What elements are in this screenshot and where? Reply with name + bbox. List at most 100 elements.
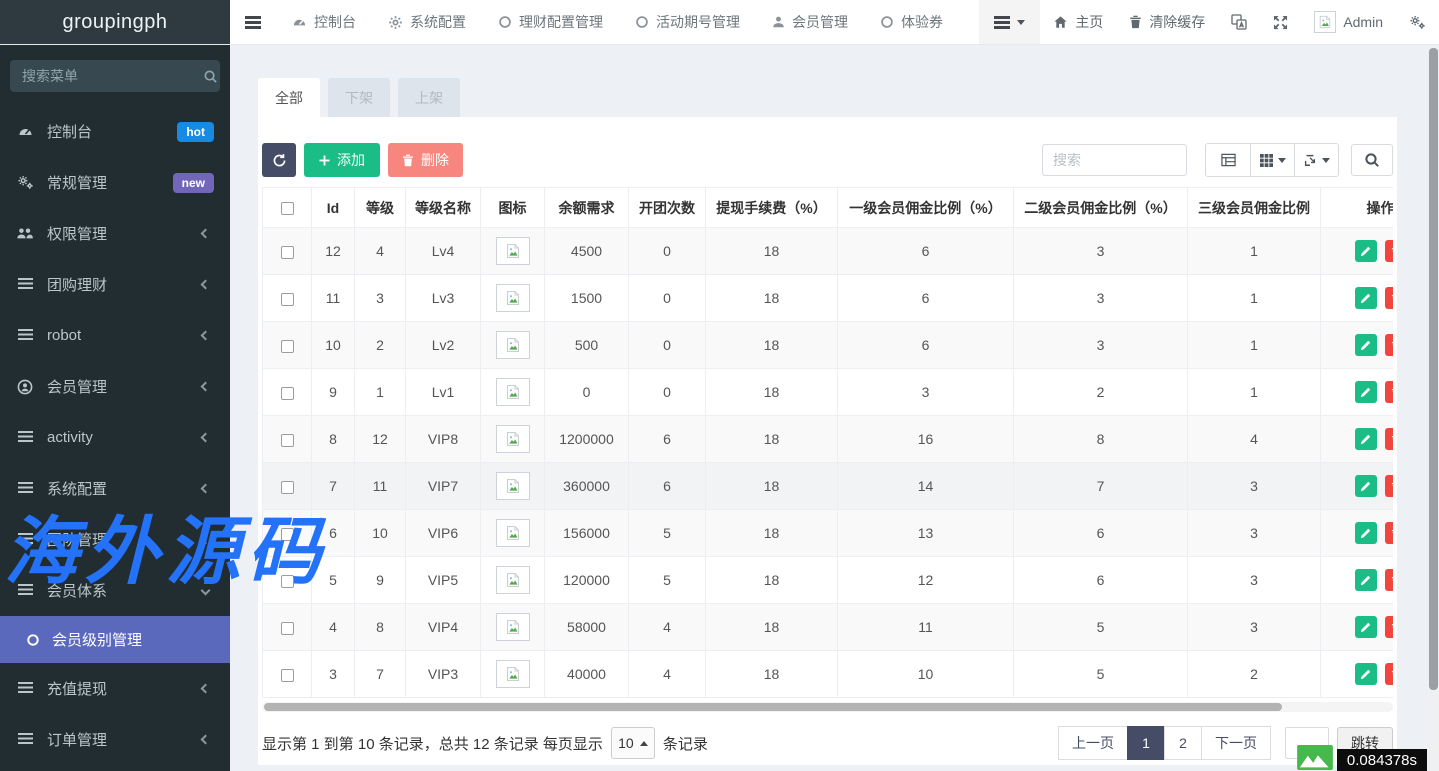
admin-menu[interactable]: Admin <box>1301 0 1396 44</box>
sidebar-item-orders[interactable]: 订单管理 <box>0 714 230 765</box>
chevron-left-icon <box>201 280 211 290</box>
horizontal-scrollbar[interactable] <box>262 702 1393 712</box>
delete-row-button[interactable] <box>1385 381 1394 403</box>
delete-button[interactable]: 删除 <box>388 143 463 177</box>
page-size-dropdown[interactable]: 10 <box>611 727 655 759</box>
columns-button[interactable] <box>1250 144 1294 176</box>
delete-row-button[interactable] <box>1385 428 1394 450</box>
nav-item-activity-period[interactable]: 活动期号管理 <box>619 0 756 45</box>
refresh-button[interactable] <box>262 143 296 177</box>
delete-row-button[interactable] <box>1385 616 1394 638</box>
edit-button[interactable] <box>1355 663 1377 685</box>
delete-row-button[interactable] <box>1385 287 1394 309</box>
fullscreen-icon <box>1273 15 1288 30</box>
sidebar: 控制台 hot 常规管理 new 权限管理 团购理财 robot 会员管理 <box>0 45 230 771</box>
actions-cell <box>1321 275 1394 322</box>
column-header: 等级名称 <box>406 188 481 228</box>
search-icon[interactable] <box>203 69 218 84</box>
row-checkbox[interactable] <box>281 434 294 447</box>
row-checkbox[interactable] <box>281 481 294 494</box>
row-checkbox[interactable] <box>281 293 294 306</box>
settings-button[interactable] <box>1396 0 1439 44</box>
sidebar-search-input[interactable] <box>22 68 203 84</box>
delete-row-button[interactable] <box>1385 569 1394 591</box>
edit-button[interactable] <box>1355 616 1377 638</box>
c2-cell: 8 <box>1014 416 1188 463</box>
circle-icon <box>26 633 40 647</box>
next-page-button[interactable]: 下一页 <box>1201 726 1271 760</box>
edit-button[interactable] <box>1355 569 1377 591</box>
c2-cell: 7 <box>1014 463 1188 510</box>
nav-item-members[interactable]: 会员管理 <box>756 0 864 45</box>
sidebar-item-robot[interactable]: robot <box>0 310 230 361</box>
nav-item-system-config[interactable]: 系统配置 <box>372 0 482 45</box>
translate-button[interactable] <box>1218 0 1260 44</box>
nav-item-voucher[interactable]: 体验券 <box>864 0 959 45</box>
fullscreen-button[interactable] <box>1260 0 1301 44</box>
horizontal-scrollbar-thumb[interactable] <box>264 703 1282 711</box>
row-checkbox[interactable] <box>281 528 294 541</box>
nav-item-dashboard[interactable]: 控制台 <box>276 0 372 45</box>
sidebar-item-dashboard[interactable]: 控制台 hot <box>0 106 230 157</box>
edit-button[interactable] <box>1355 428 1377 450</box>
delete-row-button[interactable] <box>1385 240 1394 262</box>
export-button[interactable] <box>1294 144 1338 176</box>
sidebar-item-member-system[interactable]: 会员体系 <box>0 565 230 616</box>
edit-button[interactable] <box>1355 287 1377 309</box>
sidebar-item-team[interactable]: 团队管理 <box>0 514 230 565</box>
delete-row-button[interactable] <box>1385 663 1394 685</box>
tab-all[interactable]: 全部 <box>258 78 320 117</box>
sidebar-item-groupbuy[interactable]: 团购理财 <box>0 259 230 310</box>
table-search-input[interactable] <box>1042 144 1187 176</box>
checkbox-cell <box>263 275 312 322</box>
sidebar-item-activity[interactable]: activity <box>0 412 230 463</box>
checkbox-cell <box>263 604 312 651</box>
sidebar-item-member-level-active[interactable]: 会员级别管理 <box>0 616 230 663</box>
sidebar-item-permissions[interactable]: 权限管理 <box>0 208 230 259</box>
c1-cell: 6 <box>838 322 1014 369</box>
fee-cell: 18 <box>706 228 838 275</box>
translate-icon <box>1231 14 1247 30</box>
row-checkbox[interactable] <box>281 575 294 588</box>
home-link[interactable]: 主页 <box>1040 0 1116 44</box>
icon-cell <box>481 416 545 463</box>
tab-on-shelf[interactable]: 上架 <box>398 78 460 117</box>
edit-button[interactable] <box>1355 240 1377 262</box>
times-cell: 0 <box>629 322 706 369</box>
sidebar-item-recharge-withdraw[interactable]: 充值提现 <box>0 663 230 714</box>
row-checkbox[interactable] <box>281 387 294 400</box>
tab-off-shelf[interactable]: 下架 <box>328 78 390 117</box>
row-checkbox[interactable] <box>281 202 294 215</box>
delete-row-button[interactable] <box>1385 475 1394 497</box>
delete-row-button[interactable] <box>1385 334 1394 356</box>
list-dropdown-button[interactable] <box>979 0 1040 44</box>
times-cell: 0 <box>629 228 706 275</box>
row-checkbox[interactable] <box>281 246 294 259</box>
edit-button[interactable] <box>1355 334 1377 356</box>
sidebar-item-system-config[interactable]: 系统配置 <box>0 463 230 514</box>
page-scrollbar[interactable] <box>1428 45 1439 771</box>
row-checkbox[interactable] <box>281 669 294 682</box>
prev-page-button[interactable]: 上一页 <box>1058 726 1128 760</box>
table-row: 102Lv2500018631 <box>263 322 1394 369</box>
nav-item-finance-config[interactable]: 理财配置管理 <box>482 0 619 45</box>
add-button[interactable]: 添加 <box>304 143 380 177</box>
sidebar-toggle-button[interactable] <box>230 0 276 44</box>
page-scrollbar-thumb[interactable] <box>1429 48 1438 690</box>
page-2-button[interactable]: 2 <box>1164 726 1202 760</box>
table-row: 59VIP51200005181263 <box>263 557 1394 604</box>
delete-row-button[interactable] <box>1385 522 1394 544</box>
sidebar-item-members[interactable]: 会员管理 <box>0 361 230 412</box>
edit-button[interactable] <box>1355 522 1377 544</box>
detail-view-button[interactable] <box>1206 144 1250 176</box>
checkbox-cell <box>263 228 312 275</box>
row-checkbox[interactable] <box>281 340 294 353</box>
edit-button[interactable] <box>1355 381 1377 403</box>
row-checkbox[interactable] <box>281 622 294 635</box>
edit-button[interactable] <box>1355 475 1377 497</box>
page-1-button[interactable]: 1 <box>1127 726 1165 760</box>
sidebar-item-general[interactable]: 常规管理 new <box>0 157 230 208</box>
times-cell: 6 <box>629 463 706 510</box>
table-search-button[interactable] <box>1351 144 1393 176</box>
clear-cache-link[interactable]: 清除缓存 <box>1116 0 1218 44</box>
